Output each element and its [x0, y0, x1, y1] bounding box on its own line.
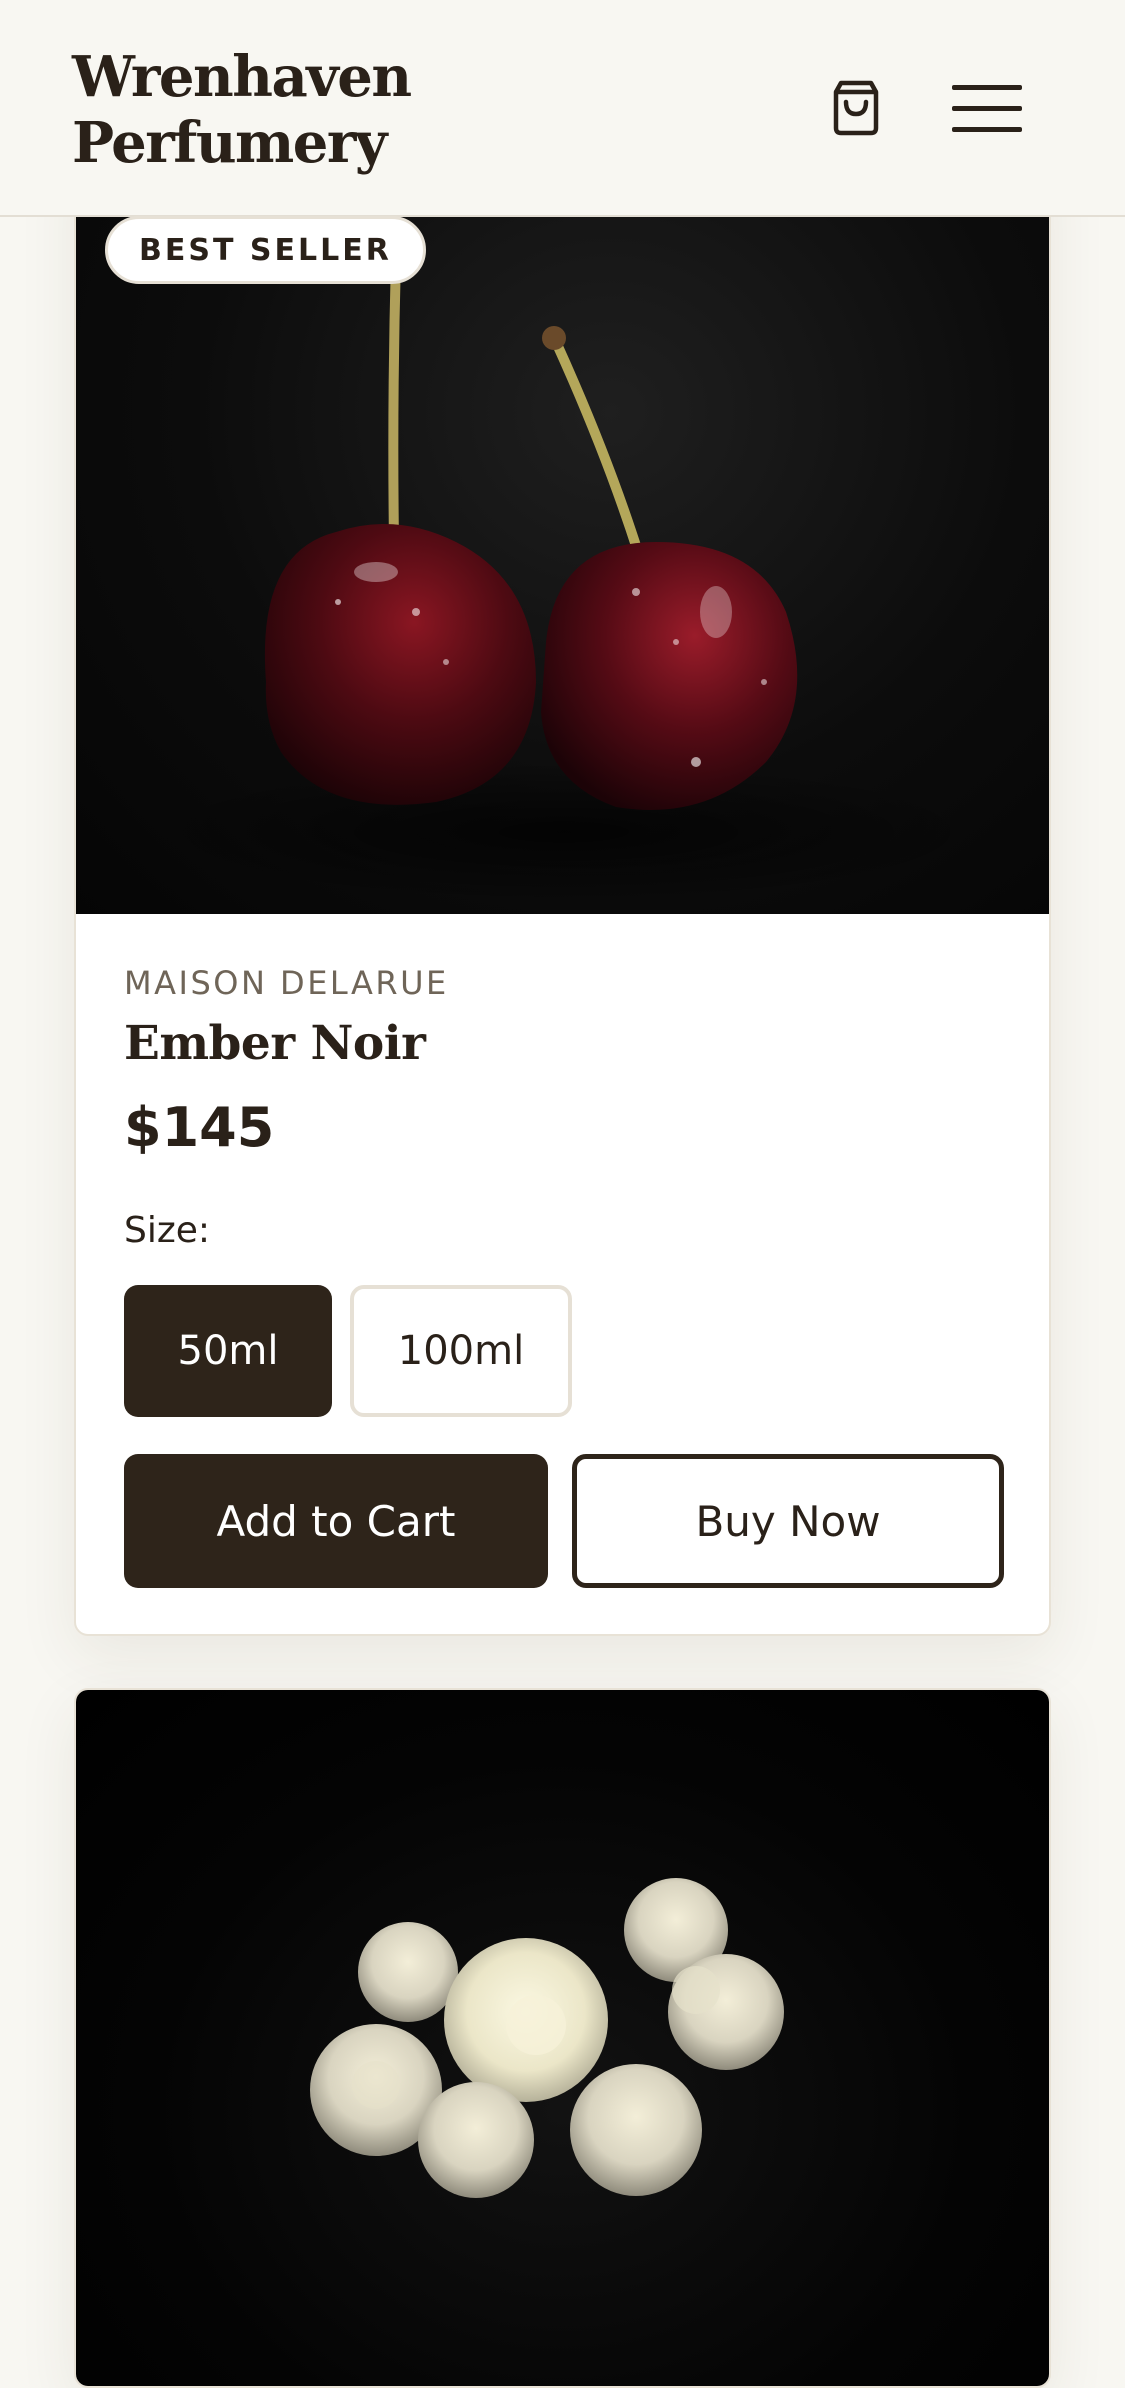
size-option-100ml[interactable]: 100ml — [350, 1285, 572, 1417]
size-label: Size: — [124, 1210, 211, 1251]
menu-button[interactable] — [944, 70, 1030, 146]
product-price: $145 — [124, 1096, 275, 1159]
product-card — [74, 1688, 1051, 2388]
hamburger-menu-icon — [952, 85, 1022, 132]
best-seller-badge: BEST SELLER — [105, 216, 426, 284]
brand-logo[interactable]: Wrenhaven Perfumery — [72, 44, 492, 176]
product-house: MAISON DELARUE — [124, 964, 449, 1002]
size-option-50ml[interactable]: 50ml — [124, 1285, 332, 1417]
cart-button[interactable] — [818, 70, 894, 146]
site-header: Wrenhaven Perfumery — [0, 0, 1125, 217]
buy-now-button[interactable]: Buy Now — [572, 1454, 1004, 1588]
product-name[interactable]: Ember Noir — [124, 1016, 426, 1071]
white-flowers-photo — [310, 1878, 784, 2198]
product-card: MAISON DELARUE Ember Noir $145 Size: 50m… — [74, 140, 1051, 1636]
shopping-bag-icon — [833, 80, 879, 136]
add-to-cart-button[interactable]: Add to Cart — [124, 1454, 548, 1588]
product-image[interactable] — [76, 1690, 1049, 2386]
